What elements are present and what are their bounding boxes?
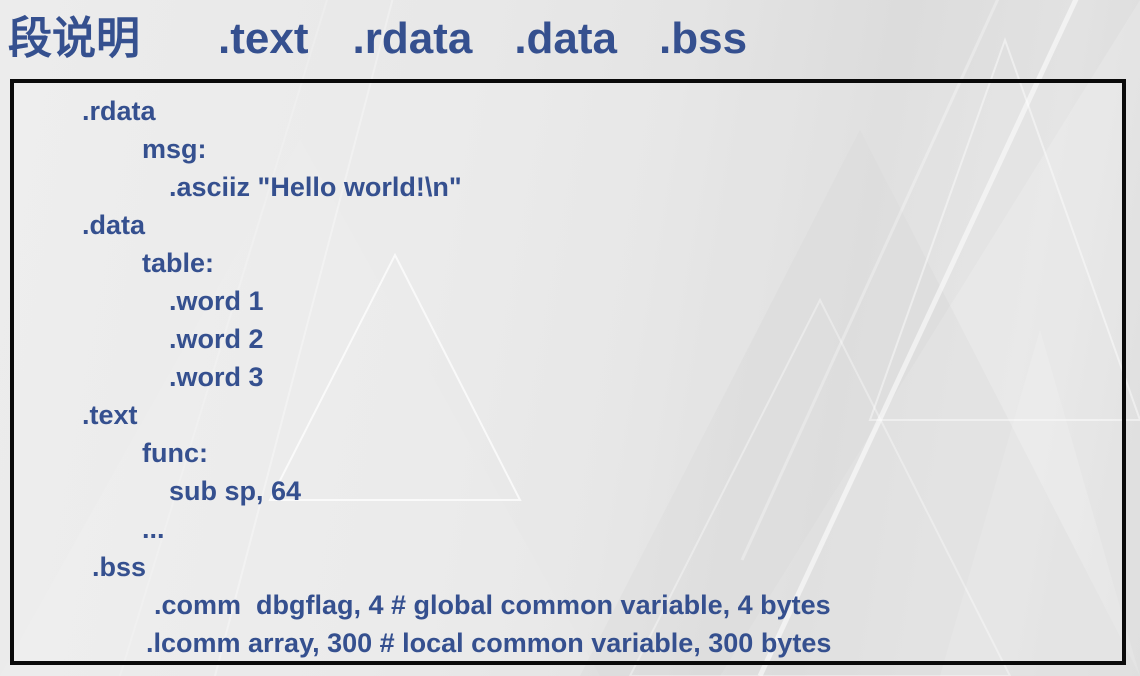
code-line: ... [142,514,165,544]
code-line: table: [142,248,215,278]
slide: 段说明 .text .rdata .data .bss .rdata msg: .a… [0,0,1140,676]
title-section-data: .data [514,14,618,63]
code-line: .word 2 [169,324,264,354]
code-line: msg: [142,134,207,164]
code-line: .text [82,400,138,430]
code-listing: .rdata msg: .asciiz "Hello world!\n" .data t… [14,92,1122,662]
code-line: .asciiz "Hello world!\n" [169,172,462,202]
code-line: .word 1 [169,286,264,316]
title-section-bss: .bss [659,14,748,63]
code-line: .comm dbgflag, 4 # global common variabl… [154,590,831,620]
code-line: .lcomm array, 300 # local common variabl… [146,628,832,658]
code-line: sub sp, 64 [169,476,302,506]
slide-title-bar: 段说明 .text .rdata .data .bss [0,0,1140,78]
code-line: .word 3 [169,362,264,392]
title-section-rdata: .rdata [352,14,473,63]
code-line: .rdata [82,96,156,126]
page-title: 段说明 [8,14,140,63]
code-line: .data [82,210,146,240]
code-line: func: [142,438,208,468]
code-listing-frame: .rdata msg: .asciiz "Hello world!\n" .data t… [10,79,1126,665]
title-section-text: .text [218,14,309,63]
code-line: .bss [92,552,147,582]
